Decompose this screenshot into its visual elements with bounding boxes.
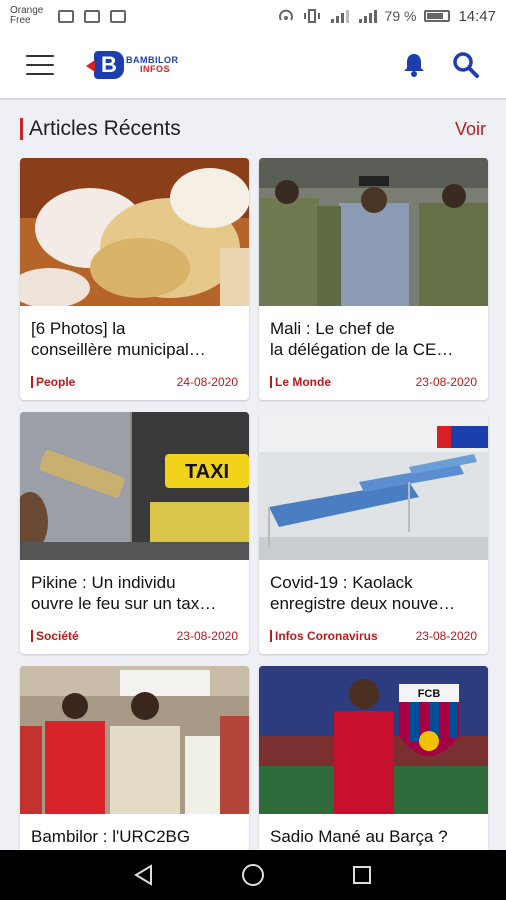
battery-percent: 79 % <box>384 8 417 24</box>
article-card[interactable]: Mali : Le chef de la délégation de la CE… <box>259 158 488 400</box>
bell-icon[interactable] <box>402 52 426 78</box>
activity-notification-icon <box>110 9 126 23</box>
signal-icon-2 <box>358 10 377 23</box>
article-thumbnail <box>259 412 488 560</box>
battery-icon <box>424 10 451 22</box>
vibrate-icon <box>303 9 320 23</box>
image-notification-icon <box>58 9 74 23</box>
article-meta: Infos Coronavirus 23-08-2020 <box>259 629 488 643</box>
logo-text-line2: INFOS <box>140 64 171 74</box>
home-icon[interactable] <box>233 855 273 895</box>
article-thumbnail <box>259 158 488 306</box>
article-title: Covid-19 : Kaolack enregistre deux nouve… <box>270 573 456 613</box>
article-category: Société <box>31 630 79 642</box>
article-title: Pikine : Un individu ouvre le feu sur un… <box>31 573 217 613</box>
article-thumbnail: TAXI <box>20 412 249 560</box>
section-accent-bar <box>20 118 23 140</box>
section-title: Articles Récents <box>29 117 181 140</box>
article-grid: [6 Photos] la conseillère municipal… Peo… <box>20 158 488 900</box>
search-icon[interactable] <box>452 51 480 79</box>
app-bar: B BAMBILOR INFOS <box>0 32 506 100</box>
hamburger-icon[interactable] <box>26 55 54 75</box>
article-category: Le Monde <box>270 376 331 388</box>
recents-icon[interactable] <box>342 855 382 895</box>
camera-notification-icon <box>84 9 100 23</box>
see-all-link[interactable]: Voir <box>455 119 486 140</box>
article-date: 23-08-2020 <box>415 629 477 643</box>
article-category: People <box>31 376 75 388</box>
logo-mark: B <box>86 51 124 79</box>
article-card[interactable]: TAXI Pikine : Un individu ouvre le feu s… <box>20 412 249 654</box>
article-card[interactable]: [6 Photos] la conseillère municipal… Peo… <box>20 158 249 400</box>
taxi-sign-text: TAXI <box>185 461 229 483</box>
app-logo[interactable]: B BAMBILOR INFOS <box>86 50 179 80</box>
article-meta: Le Monde 23-08-2020 <box>259 375 488 389</box>
article-thumbnail <box>20 158 249 306</box>
back-icon[interactable] <box>124 855 164 895</box>
article-title: Mali : Le chef de la délégation de la CE… <box>270 319 454 359</box>
system-nav-bar <box>0 850 506 900</box>
status-bar: Orange Free 79 % 14:47 <box>0 0 506 32</box>
carrier-label: Orange Free <box>10 6 52 26</box>
article-title: [6 Photos] la conseillère municipal… <box>31 319 206 359</box>
article-meta: Société 23-08-2020 <box>20 629 249 643</box>
article-date: 23-08-2020 <box>176 629 238 643</box>
article-category: Infos Coronavirus <box>270 630 378 642</box>
article-thumbnail: FCB <box>259 666 488 814</box>
carrier-line2: Free <box>10 15 31 26</box>
article-date: 24-08-2020 <box>176 375 238 389</box>
hotspot-icon <box>278 9 293 21</box>
article-date: 23-08-2020 <box>415 375 477 389</box>
crest-text: FCB <box>418 688 441 700</box>
section-header: Articles Récents Voir <box>20 114 486 144</box>
signal-icon-1 <box>330 10 349 23</box>
article-thumbnail <box>20 666 249 814</box>
clock: 14:47 <box>458 7 496 25</box>
article-meta: People 24-08-2020 <box>20 375 249 389</box>
article-card[interactable]: Covid-19 : Kaolack enregistre deux nouve… <box>259 412 488 654</box>
